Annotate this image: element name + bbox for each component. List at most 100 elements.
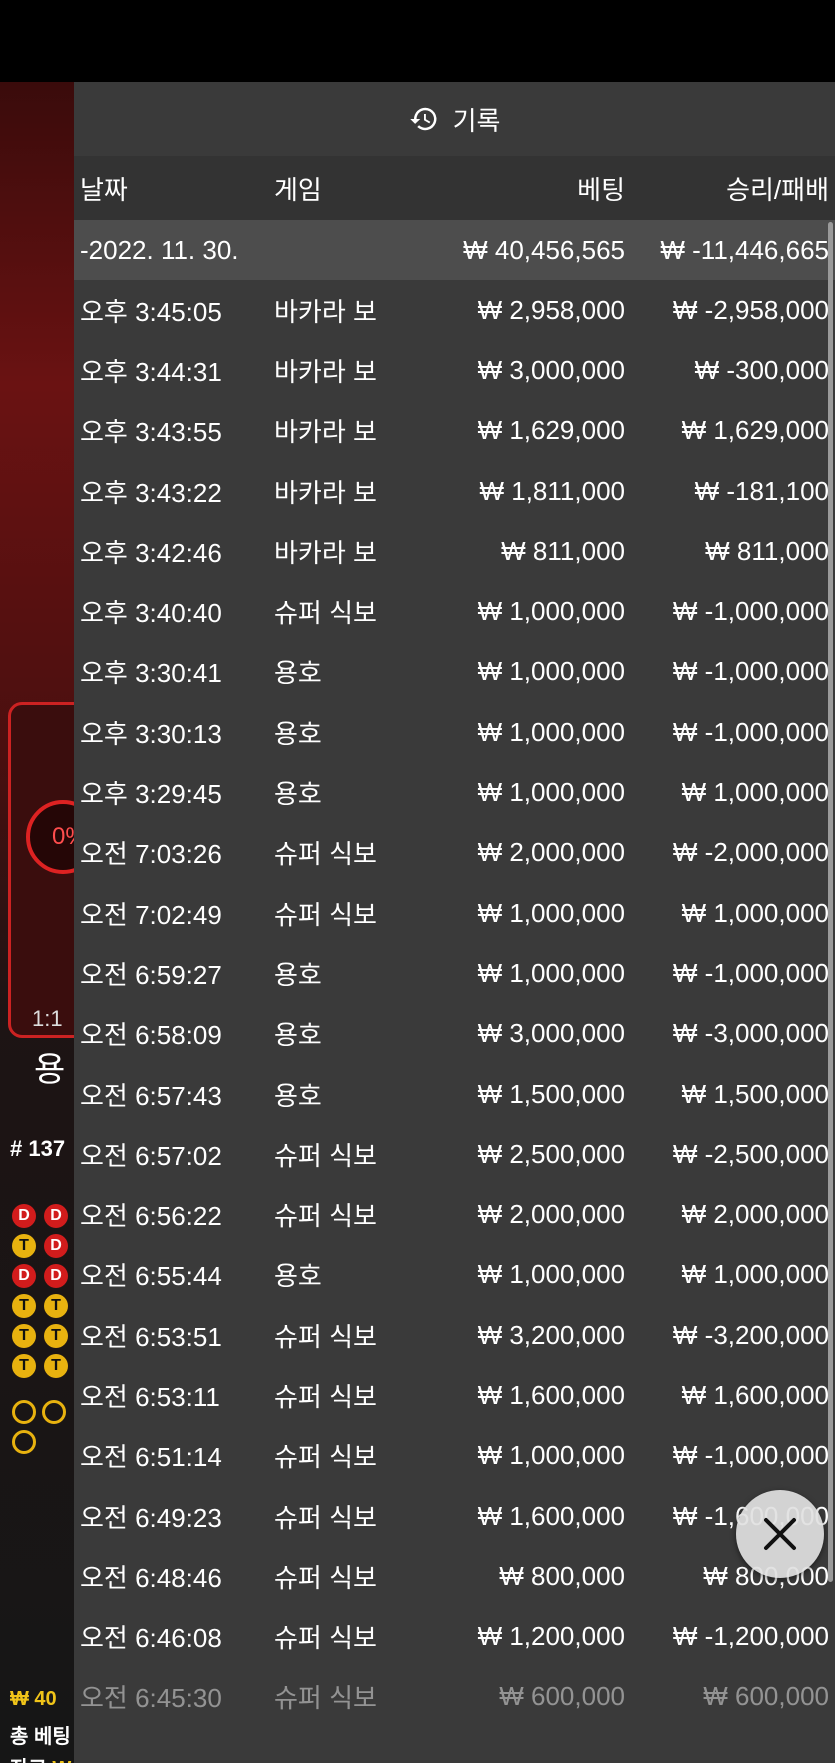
row-winloss: ₩ 1,500,000	[681, 1078, 829, 1109]
row-winloss: ₩ -1,000,000	[672, 957, 829, 988]
bead-tiger: T	[44, 1324, 68, 1348]
balance-label: 잔고	[10, 1758, 47, 1763]
row-game: 슈퍼 식보	[274, 839, 377, 870]
history-row[interactable]: 오후 3:40:40 슈퍼 식보 ₩ 1,000,000 ₩ -1,000,000	[74, 581, 835, 641]
history-row[interactable]: 오전 6:55:44 용호 ₩ 1,000,000 ₩ 1,000,000	[74, 1245, 835, 1305]
panel-title: 기록	[452, 105, 501, 136]
history-row[interactable]: 오전 6:58:09 용호 ₩ 3,000,000 ₩ -3,000,000	[74, 1004, 835, 1064]
history-row[interactable]: 오전 6:48:46슈퍼 식보₩ 800,000₩ 800,000	[74, 1546, 835, 1606]
row-winloss: ₩ 1,629,000	[681, 415, 829, 446]
bead-dragon: D	[44, 1204, 68, 1228]
history-row[interactable]: 오전 6:59:27 용호 ₩ 1,000,000 ₩ -1,000,000	[74, 943, 835, 1003]
row-time: 오전 6:45:30	[80, 1683, 222, 1714]
row-game: 슈퍼 식보	[274, 1442, 377, 1473]
history-row[interactable]: 오후 3:29:45 용호 ₩ 1,000,000 ₩ 1,000,000	[74, 762, 835, 822]
close-icon	[764, 1518, 796, 1550]
history-row[interactable]: 오전 6:53:11 슈퍼 식보 ₩ 1,600,000 ₩ 1,600,000	[74, 1365, 835, 1425]
column-game: 게임	[274, 174, 322, 205]
row-time: 오전 6:57:43	[80, 1080, 222, 1111]
row-winloss: ₩ -1,000,000	[672, 656, 829, 687]
row-winloss: ₩ -1,000,000	[672, 596, 829, 627]
row-game: 슈퍼 식보	[274, 1623, 377, 1654]
row-game: 용호	[274, 1080, 322, 1111]
row-winloss: ₩ -181,100	[694, 475, 829, 506]
history-row[interactable]: 오후 3:30:13 용호 ₩ 1,000,000 ₩ -1,000,000	[74, 702, 835, 762]
row-time: 오후 3:42:46	[80, 537, 222, 568]
row-winloss: ₩ -2,000,000	[672, 837, 829, 868]
row-bet: ₩ 1,000,000	[477, 596, 625, 627]
close-button[interactable]	[736, 1490, 824, 1578]
road-ring	[12, 1400, 36, 1424]
row-time: 오전 6:59:27	[80, 959, 222, 990]
row-game: 용호	[274, 718, 322, 749]
history-row[interactable]: 오전 7:03:26 슈퍼 식보 ₩ 2,000,000 ₩ -2,000,000	[74, 823, 835, 883]
row-game: 바카라 보	[274, 537, 377, 568]
history-row[interactable]: 오전 6:46:08 슈퍼 식보 ₩ 1,200,000 ₩ -1,200,000	[74, 1607, 835, 1667]
row-winloss: ₩ 1,600,000	[681, 1379, 829, 1410]
row-time: 오전 6:56:22	[80, 1201, 222, 1232]
row-game: 슈퍼 식보	[274, 1321, 377, 1352]
history-row[interactable]: 오후 3:43:22 바카라 보 ₩ 1,811,000 ₩ -181,100	[74, 461, 835, 521]
balance-currency: ₩	[52, 1758, 71, 1763]
history-row[interactable]: 오후 3:30:41 용호 ₩ 1,000,000 ₩ -1,000,000	[74, 642, 835, 702]
total-bet-label: 총 베팅	[10, 1726, 71, 1748]
history-row[interactable]: 오전 6:56:22 슈퍼 식보 ₩ 2,000,000 ₩ 2,000,000	[74, 1184, 835, 1244]
row-time: 오전 7:02:49	[80, 899, 222, 930]
history-row[interactable]: 오후 3:43:55 바카라 보 ₩ 1,629,000 ₩ 1,629,000	[74, 401, 835, 461]
row-bet: ₩ 2,500,000	[477, 1138, 625, 1169]
row-bet: ₩ 1,200,000	[477, 1621, 625, 1652]
row-winloss: ₩ 1,000,000	[681, 1259, 829, 1290]
row-game: 용호	[274, 779, 322, 810]
scrollbar[interactable]	[828, 222, 833, 1582]
bead-tiger: T	[12, 1354, 36, 1378]
date-summary-row[interactable]: -2022. 11. 30. ₩ 40,456,565 ₩ -11,446,66…	[74, 220, 835, 280]
row-winloss: ₩ 1,000,000	[681, 777, 829, 808]
column-header-row: 날짜 게임 베팅 승리/패배	[74, 156, 835, 220]
road-ring	[42, 1400, 66, 1424]
dragon-label: 용	[34, 1051, 66, 1089]
row-game: 슈퍼 식보	[274, 1381, 377, 1412]
row-bet: ₩ 2,000,000	[477, 837, 625, 868]
row-bet: ₩ 1,000,000	[477, 777, 625, 808]
row-game: 바카라 보	[274, 356, 377, 387]
column-date: 날짜	[80, 174, 128, 205]
row-time: 오전 6:48:46	[80, 1562, 222, 1593]
row-winloss: ₩ -1,200,000	[672, 1621, 829, 1652]
row-bet: ₩ 811,000	[501, 535, 625, 566]
road-ring	[12, 1430, 36, 1454]
row-game: 용호	[274, 959, 322, 990]
history-row[interactable]: 오후 3:44:31 바카라 보 ₩ 3,000,000 ₩ -300,000	[74, 340, 835, 400]
row-winloss: ₩ -1,000,000	[672, 1440, 829, 1471]
history-list[interactable]: 오후 3:45:05 바카라 보 ₩ 2,958,000 ₩ -2,958,000 오후…	[74, 280, 835, 1727]
row-time: 오후 3:43:55	[80, 417, 222, 448]
history-row[interactable]: 오전 6:57:02 슈퍼 식보 ₩ 2,500,000 ₩ -2,500,000	[74, 1124, 835, 1184]
row-time: 오전 6:57:02	[80, 1140, 222, 1171]
history-row[interactable]: 오전 7:02:49 슈퍼 식보 ₩ 1,000,000 ₩ 1,000,000	[74, 883, 835, 943]
history-row[interactable]: 오전 6:45:30 슈퍼 식보 ₩ 600,000 ₩ 600,000	[74, 1667, 835, 1727]
history-row[interactable]: 오전 6:49:23슈퍼 식보₩ 1,600,000₩ -1,600,000	[74, 1486, 835, 1546]
row-time: 오전 6:58:09	[80, 1020, 222, 1051]
row-time: 오전 7:03:26	[80, 839, 222, 870]
history-row[interactable]: 오후 3:45:05 바카라 보 ₩ 2,958,000 ₩ -2,958,000	[74, 280, 835, 340]
row-bet: ₩ 800,000	[499, 1560, 625, 1591]
summary-date: -2022. 11. 30.	[80, 234, 239, 265]
row-bet: ₩ 1,000,000	[477, 656, 625, 687]
row-winloss: ₩ -2,958,000	[672, 294, 829, 325]
row-bet: ₩ 2,000,000	[477, 1199, 625, 1230]
row-game: 바카라 보	[274, 417, 377, 448]
row-game: 슈퍼 식보	[274, 1201, 377, 1232]
row-winloss: ₩ 811,000	[705, 535, 829, 566]
history-row[interactable]: 오전 6:57:43 용호 ₩ 1,500,000 ₩ 1,500,000	[74, 1064, 835, 1124]
bead-dragon: D	[44, 1264, 68, 1288]
history-panel: 기록 날짜 게임 베팅 승리/패배 -2022. 11. 30. ₩ 40,45…	[74, 82, 835, 1763]
row-game: 슈퍼 식보	[274, 598, 377, 629]
row-bet: ₩ 3,000,000	[477, 1018, 625, 1049]
history-row[interactable]: 오전 6:51:14 슈퍼 식보 ₩ 1,000,000 ₩ -1,000,000	[74, 1426, 835, 1486]
row-time: 오전 6:51:14	[80, 1442, 222, 1473]
row-bet: ₩ 1,000,000	[477, 716, 625, 747]
history-row[interactable]: 오전 6:53:51 슈퍼 식보 ₩ 3,200,000 ₩ -3,200,000	[74, 1305, 835, 1365]
history-row[interactable]: 오후 3:42:46 바카라 보 ₩ 811,000 ₩ 811,000	[74, 521, 835, 581]
row-bet: ₩ 600,000	[499, 1681, 625, 1712]
row-time: 오후 3:40:40	[80, 598, 222, 629]
row-winloss: ₩ -300,000	[694, 354, 829, 385]
